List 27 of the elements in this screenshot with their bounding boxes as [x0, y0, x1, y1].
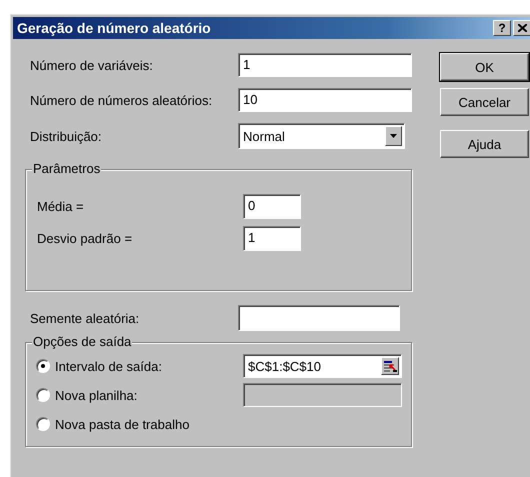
radio-option[interactable]: Intervalo de saída:	[36, 358, 243, 374]
dialog-button[interactable]: OK	[440, 53, 529, 81]
field-label: Média =	[37, 199, 85, 214]
input-field[interactable]: 10	[238, 88, 412, 112]
input-field[interactable]: 1	[243, 226, 301, 251]
group-title: Parâmetros	[32, 161, 102, 176]
input-field[interactable]	[243, 383, 402, 407]
close-icon	[518, 24, 526, 32]
range-field[interactable]: $C$1:$C$10	[243, 354, 402, 378]
radio-option[interactable]: Nova planilha:	[36, 388, 243, 402]
field-label: Número de variáveis:	[30, 58, 154, 72]
close-button[interactable]	[513, 20, 530, 36]
field-label: Semente aleatória:	[30, 310, 140, 326]
dialog-button[interactable]: Ajuda	[440, 130, 529, 158]
input-field[interactable]	[238, 305, 400, 331]
input-field[interactable]: 0	[243, 194, 301, 219]
help-button[interactable]: ?	[493, 20, 511, 36]
window-title: Geração de número aleatório	[17, 20, 211, 36]
group-title: Opções de saída	[32, 334, 132, 349]
input-field[interactable]: 1	[238, 53, 412, 77]
dropdown[interactable]: Normal	[238, 123, 405, 149]
field-label: Distribuição:	[30, 128, 103, 144]
field-label: Número de números aleatórios:	[30, 92, 214, 108]
range-select-icon[interactable]	[381, 357, 399, 375]
field-label: Desvio padrão =	[37, 231, 134, 246]
radio-option[interactable]: Nova pasta de trabalho	[36, 416, 243, 432]
dialog-button[interactable]: Cancelar	[440, 88, 529, 116]
